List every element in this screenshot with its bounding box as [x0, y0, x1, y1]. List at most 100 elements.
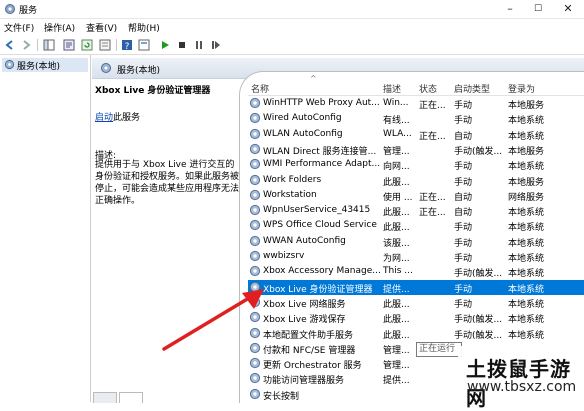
table-row[interactable]: WpnUserService_43415 此服... 正在... 自动 本地系统: [248, 203, 584, 218]
service-log-on-as: 本地系统: [508, 162, 545, 173]
service-name: WLAN AutoConfig: [263, 128, 343, 139]
table-row[interactable]: wwbizsrv 为网... 手动 本地系统: [248, 249, 584, 264]
service-description: This ...: [383, 266, 413, 277]
service-description: 此服...: [383, 208, 410, 219]
close-button[interactable]: ✕: [554, 0, 582, 18]
service-description-title: Xbox Live 身份验证管理器: [95, 86, 211, 96]
service-name: Xbox Accessory Manage...: [263, 266, 381, 277]
service-startup-type: 自动: [454, 131, 473, 142]
toolbar-separator: [116, 39, 117, 51]
menu-help[interactable]: 帮助(H): [128, 21, 160, 34]
service-gear-icon: [249, 266, 261, 277]
service-name: WinHTTP Web Proxy Aut...: [263, 98, 380, 108]
pause-service-icon[interactable]: [192, 38, 206, 52]
service-startup-type: 手动(触发...: [454, 315, 503, 326]
menu-view[interactable]: 查看(V): [86, 21, 117, 34]
service-name: Xbox Live 游戏保存: [263, 315, 346, 326]
menu-file[interactable]: 文件(F): [4, 21, 34, 34]
service-startup-type: 手动: [454, 116, 473, 127]
service-gear-icon: [249, 235, 261, 246]
service-name: WPS Office Cloud Service: [263, 220, 377, 231]
forward-icon[interactable]: [19, 38, 33, 52]
table-row[interactable]: WPS Office Cloud Service 此服... 手动 本地系统: [248, 218, 584, 233]
column-name[interactable]: 名称: [251, 82, 269, 95]
table-row[interactable]: Work Folders 此服... 手动 本地服务: [248, 173, 584, 188]
table-row[interactable]: WLAN AutoConfig WLA... 正在... 自动 本地系统: [248, 127, 584, 142]
service-startup-type: 手动: [454, 101, 473, 111]
service-name: wwbizsrv: [263, 251, 305, 261]
service-gear-icon: [249, 128, 261, 139]
services-app-icon: [5, 4, 15, 14]
restart-service-icon[interactable]: [209, 38, 223, 52]
service-description: 管理...: [383, 146, 410, 157]
table-row[interactable]: Xbox Accessory Manage... This ... 手动(触发...…: [248, 264, 584, 279]
service-log-on-as: 本地系统: [508, 284, 545, 295]
service-startup-type: 自动: [454, 208, 473, 219]
table-row[interactable]: Xbox Live 网络服务 此服... 手动 本地系统: [248, 295, 584, 310]
service-status: 正在...: [419, 208, 446, 219]
back-icon[interactable]: [3, 38, 17, 52]
table-row[interactable]: 本地配置文件助手服务 此服... 手动(触发... 本地系统: [248, 326, 584, 341]
console-tree: [0, 55, 91, 402]
help-icon[interactable]: ?: [120, 38, 134, 52]
service-name: WpnUserService_43415: [263, 205, 371, 216]
service-description: 管理...: [383, 345, 410, 356]
export-list-icon[interactable]: [98, 38, 112, 52]
table-row[interactable]: WinHTTP Web Proxy Aut... Win... 正在... 手动 本地服…: [248, 96, 584, 111]
service-log-on-as: 本地系统: [508, 208, 545, 219]
service-startup-type: 自动: [454, 192, 473, 203]
services-header-icon: [101, 63, 111, 73]
service-gear-icon: [249, 373, 261, 384]
table-row[interactable]: WWAN AutoConfig 该服... 手动 本地系统: [248, 234, 584, 249]
service-gear-icon: [249, 97, 261, 109]
toolbar-separator: [37, 39, 38, 51]
view-icon[interactable]: [137, 38, 151, 52]
service-name: Workstation: [263, 189, 317, 200]
service-gear-icon: [249, 159, 261, 170]
service-description: 此服...: [383, 330, 410, 341]
table-row[interactable]: Wired AutoConfig 有线... 手动 本地系统: [248, 111, 584, 126]
column-status[interactable]: 状态: [419, 82, 437, 95]
service-name: 功能访问管理器服务: [263, 376, 345, 387]
service-gear-icon: [249, 204, 261, 216]
column-startup-type[interactable]: 启动类型: [454, 82, 490, 95]
window-title: 服务: [19, 6, 38, 16]
start-service-icon[interactable]: [158, 38, 172, 52]
table-row[interactable]: Xbox Live 身份验证管理器 提供... 手动 本地系统: [248, 279, 584, 295]
menu-action[interactable]: 操作(A): [44, 21, 75, 34]
service-description: 有线...: [383, 116, 410, 127]
service-startup-type: 手动(触发...: [454, 146, 503, 157]
tab-standard[interactable]: [119, 392, 143, 403]
column-description[interactable]: 描述: [383, 82, 401, 95]
properties-icon[interactable]: [62, 38, 76, 52]
stop-service-icon[interactable]: [175, 38, 189, 52]
tab-extended[interactable]: [93, 392, 117, 403]
console-tree-icon[interactable]: [42, 38, 56, 52]
refresh-icon[interactable]: [80, 38, 94, 52]
tree-item-label: 服务(本地): [17, 62, 61, 72]
service-name: Wired AutoConfig: [263, 113, 342, 124]
service-startup-type: 手动: [454, 299, 473, 310]
svg-text:?: ?: [125, 42, 130, 52]
service-gear-icon: [249, 113, 261, 124]
table-row[interactable]: Workstation 使用 ... 正在... 自动 网络服务: [248, 188, 584, 203]
table-row[interactable]: Xbox Live 游戏保存 此服... 手动(触发... 本地系统: [248, 310, 584, 325]
start-service-link[interactable]: 启动: [95, 113, 113, 123]
table-row[interactable]: WLAN Direct 服务连接管... 管理... 手动(触发... 本地服务: [248, 142, 584, 157]
service-startup-type: 手动: [454, 254, 473, 264]
service-name: 更新 Orchestrator 服务: [263, 361, 362, 372]
minimize-button[interactable]: –: [496, 0, 524, 18]
service-gear-icon: [249, 388, 261, 399]
start-service-suffix: 此服务: [113, 113, 141, 123]
service-description: 为网...: [383, 254, 410, 264]
table-row[interactable]: WMI Performance Adapt... 向网... 手动 本地系统: [248, 157, 584, 172]
service-name: 付款和 NFC/SE 管理器: [263, 345, 356, 356]
service-startup-type: 手动: [454, 238, 473, 249]
maximize-button[interactable]: ☐: [524, 0, 552, 18]
service-startup-type: 手动(触发...: [454, 269, 503, 280]
service-description: 此服...: [383, 315, 410, 326]
service-description: WLA...: [383, 128, 412, 139]
service-startup-type: 手动: [454, 223, 473, 234]
column-log-on-as[interactable]: 登录为: [508, 82, 535, 95]
service-startup-type: 手动: [454, 177, 473, 188]
